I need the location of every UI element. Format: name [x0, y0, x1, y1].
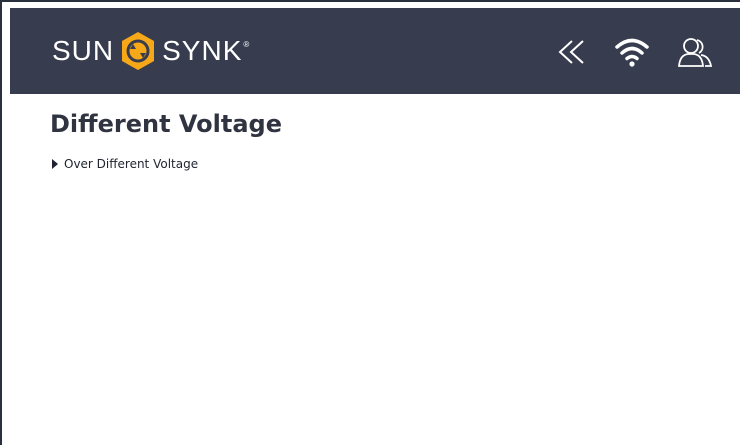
wifi-icon[interactable]: [614, 35, 650, 69]
chevrons-left-icon[interactable]: [555, 35, 591, 69]
brand-logo: SUN SYNK ®: [52, 31, 250, 71]
sunsynk-badge-icon: [122, 32, 155, 70]
tree-item-label[interactable]: Over Different Voltage: [64, 157, 198, 171]
tree-item-over-different-voltage[interactable]: Over Different Voltage: [52, 157, 198, 171]
brand-trademark: ®: [243, 40, 251, 49]
header-bar: SUN SYNK ®: [10, 8, 740, 94]
app-frame: SUN SYNK ® Different Voltage Over Differ…: [0, 0, 740, 445]
users-icon[interactable]: [677, 35, 713, 69]
brand-text-left: SUN: [52, 35, 115, 66]
caret-right-icon[interactable]: [52, 159, 58, 169]
page-title: Different Voltage: [50, 110, 282, 138]
brand-text-right: SYNK: [162, 35, 243, 66]
